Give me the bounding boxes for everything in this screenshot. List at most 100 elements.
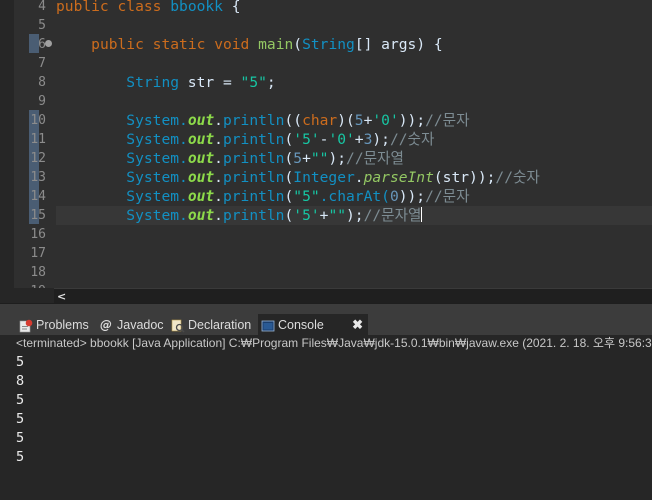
method-token: println	[222, 188, 285, 205]
tab-label: Javadoc	[117, 318, 164, 332]
console-output-line: 8	[16, 373, 25, 389]
field-token: out	[187, 112, 215, 129]
field-token: out	[187, 150, 215, 167]
line-number: 4	[38, 0, 46, 14]
line-number: 13	[30, 170, 46, 185]
paren-token: (	[284, 188, 294, 205]
type-token: String	[302, 36, 355, 53]
paren-token: ));	[398, 188, 426, 205]
comment-token: //숫자	[389, 131, 435, 148]
keyword-token: void	[214, 36, 250, 53]
method-name-token: main	[258, 36, 294, 53]
string-token: '0'	[328, 131, 355, 148]
brace-token: {	[222, 0, 241, 15]
current-code-line: System.out.println('5'+"");//문자열	[56, 206, 652, 225]
operator-token: +	[354, 131, 364, 148]
close-icon[interactable]: ✖	[352, 314, 363, 336]
comment-token: //문자열	[346, 150, 404, 167]
static-method-token: parseInt	[363, 169, 434, 186]
string-token: ""	[328, 207, 347, 224]
line-number: 9	[38, 94, 46, 109]
line-number: 16	[30, 227, 46, 242]
class-token: System.	[126, 169, 188, 186]
number-token: 5	[354, 112, 364, 129]
text-token: str =	[179, 74, 241, 91]
field-token: out	[187, 207, 215, 224]
fold-collapse-icon[interactable]	[45, 40, 52, 47]
dot-token: .	[214, 131, 223, 148]
tab-console[interactable]: Console ✖	[258, 314, 368, 336]
console-output-line: 5	[16, 354, 25, 370]
editor-corner	[0, 288, 54, 303]
javadoc-icon: @	[100, 318, 112, 332]
line-number: 12	[30, 151, 46, 166]
args-token: (str));	[433, 169, 496, 186]
field-token: out	[187, 169, 215, 186]
view-tab-bar: Problems @ Javadoc Declaration Console ✖	[0, 303, 652, 337]
keyword-token: public	[91, 36, 144, 53]
comment-token: //숫자	[495, 169, 540, 186]
code-line: System.out.println("5".charAt(0));//문자	[56, 187, 652, 206]
code-line: System.out.println(Integer.parseInt(str)…	[56, 168, 652, 187]
horizontal-scrollbar[interactable]: <	[54, 288, 652, 304]
scroll-left-icon[interactable]: <	[57, 289, 66, 304]
code-line: System.out.println('5'-'0'+3);//숫자	[56, 130, 652, 149]
tab-label: Console	[278, 318, 324, 332]
editor-left-strip	[0, 0, 14, 288]
method-token: println	[222, 169, 285, 186]
method-token: println	[222, 150, 285, 167]
string-token: ""	[310, 150, 329, 167]
code-editor[interactable]: 4 5 6 7 8 9 10 11 12 13 14 15 16 17 18 1…	[0, 0, 652, 288]
console-output-line: 5	[16, 430, 25, 446]
console-output[interactable]: 5 8 5 5 5 5	[0, 352, 652, 500]
string-token: '5'	[293, 131, 320, 148]
operator-token: +	[302, 150, 311, 167]
console-output-line: 5	[16, 392, 25, 408]
class-token: System.	[126, 188, 188, 205]
paren-token: (	[293, 36, 303, 53]
dot-token: .	[214, 207, 223, 224]
code-line: String str = "5";	[56, 73, 652, 92]
code-line: System.out.println((char)(5+'0'));//문자	[56, 111, 652, 130]
text-caret	[421, 207, 423, 222]
keyword-token: class	[117, 0, 162, 15]
paren-token: );	[372, 131, 390, 148]
method-token: println	[222, 112, 285, 129]
code-line: public static void main(String[] args) {	[56, 35, 652, 54]
string-token: "5"	[240, 74, 267, 91]
class-name-token: bbookk	[170, 0, 223, 15]
problems-icon	[19, 318, 33, 333]
tab-label: Problems	[36, 318, 89, 332]
class-token: System.	[126, 207, 188, 224]
comment-token: //문자	[425, 188, 470, 205]
class-token: System.	[126, 150, 188, 167]
line-number: 14	[30, 189, 46, 204]
params-token: [] args) {	[354, 36, 443, 53]
string-token: '0'	[372, 112, 399, 129]
code-line: System.out.println(5+"");//문자열	[56, 149, 652, 168]
class-token: Integer	[293, 169, 355, 186]
line-number: 10	[30, 113, 46, 128]
dot-token: .	[214, 169, 223, 186]
string-token: "5"	[293, 188, 320, 205]
comment-token: //문자열	[363, 207, 422, 224]
dot-token: .	[214, 188, 223, 205]
code-area[interactable]: public class bbookk { public static void…	[56, 0, 652, 288]
dot-token: .	[354, 169, 364, 186]
keyword-token: static	[152, 36, 206, 53]
paren-token: ((	[284, 112, 303, 129]
paren-token: );	[328, 150, 347, 167]
line-number: 18	[30, 265, 46, 280]
paren-token: ));	[398, 112, 426, 129]
comment-token: //문자	[425, 112, 470, 129]
paren-token: (	[284, 150, 294, 167]
line-number: 5	[38, 18, 46, 33]
field-token: out	[187, 131, 215, 148]
keyword-token: public	[56, 0, 109, 15]
line-number: 8	[38, 75, 46, 90]
tab-problems[interactable]: Problems	[16, 314, 108, 336]
console-status-header: <terminated> bbookk [Java Application] C…	[0, 335, 652, 352]
keyword-token: char	[302, 112, 338, 129]
class-token: System.	[126, 112, 188, 129]
line-number: 15	[30, 208, 46, 223]
